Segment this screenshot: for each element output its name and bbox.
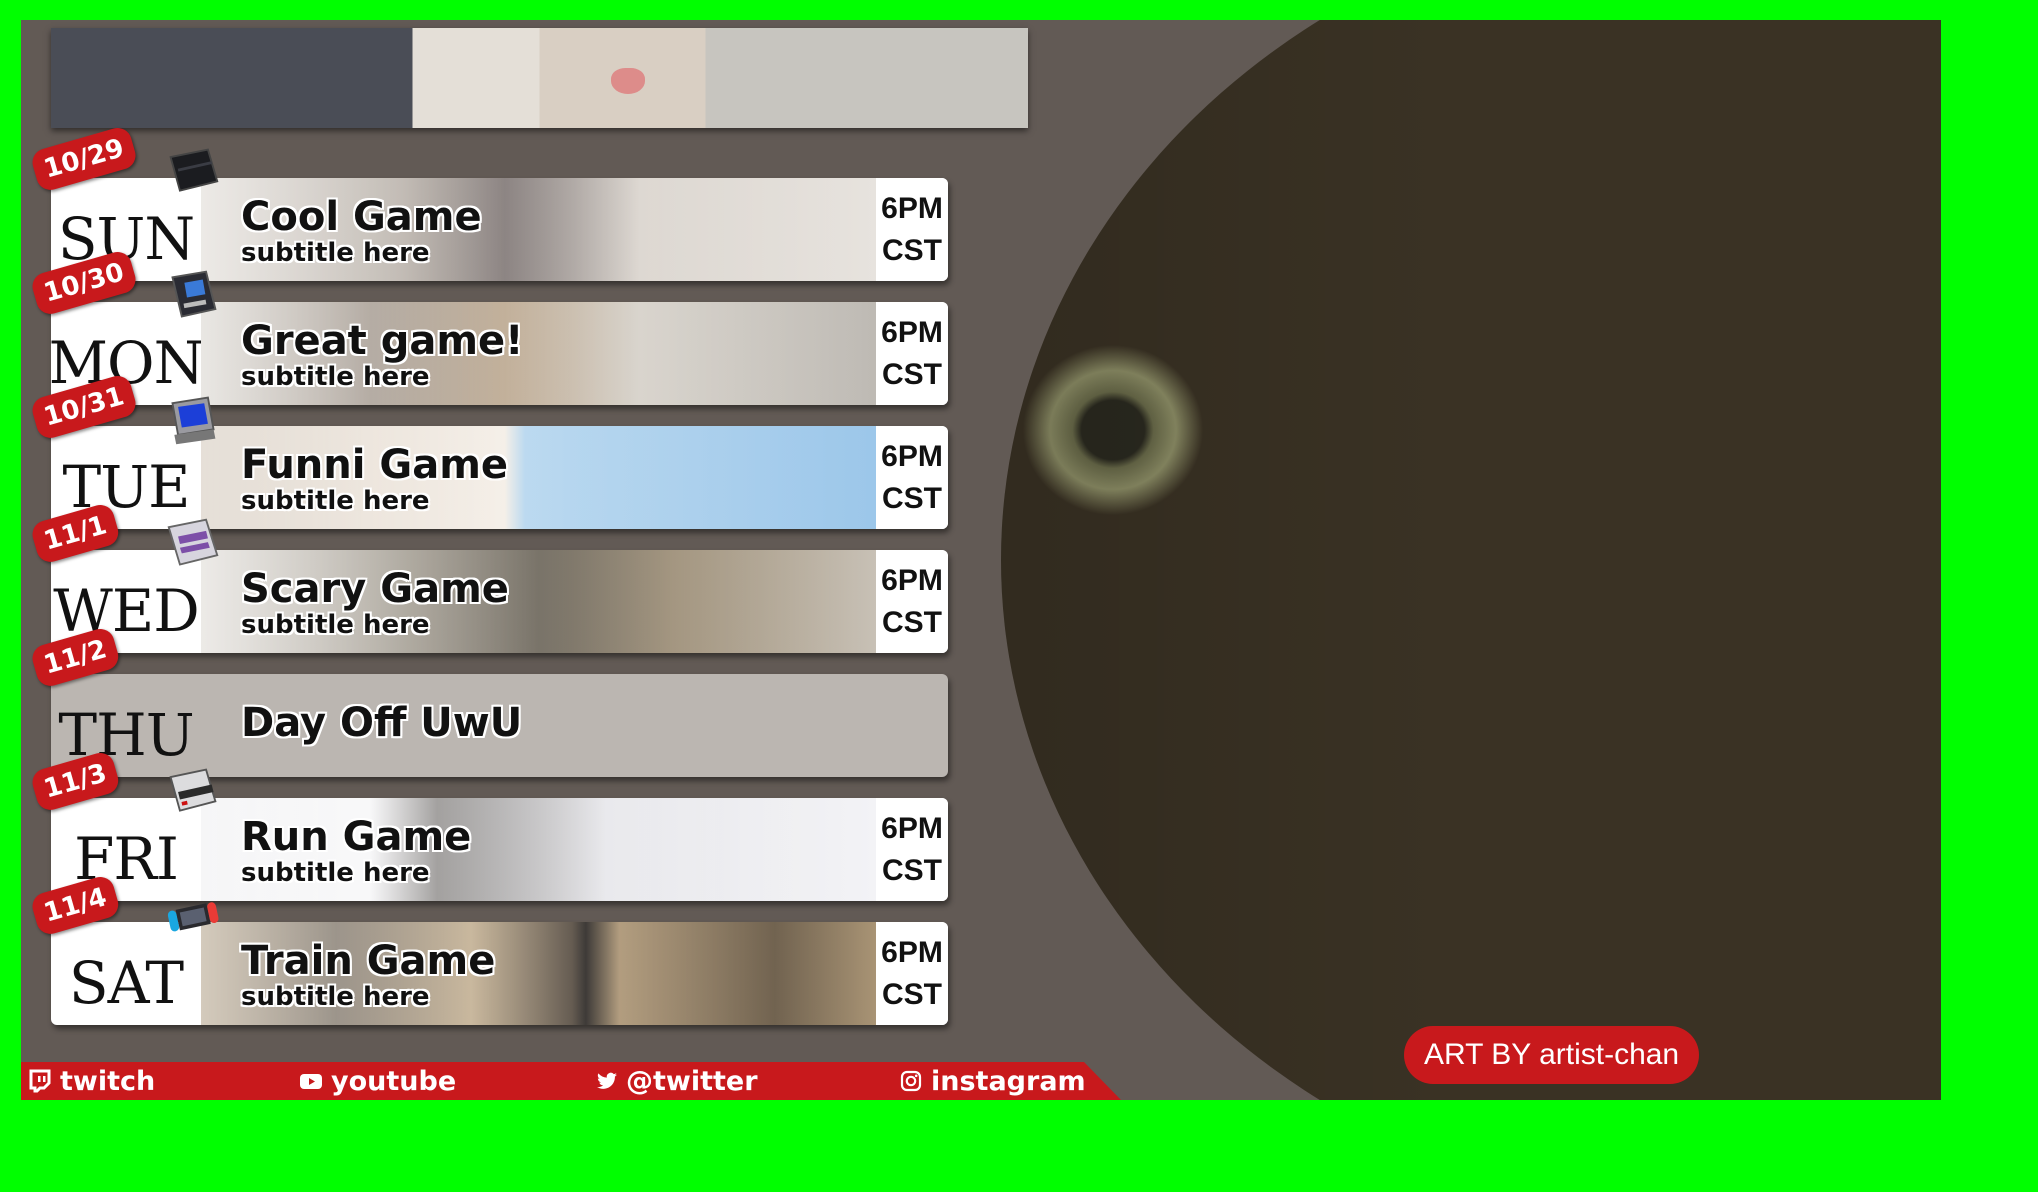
header-banner-image <box>51 28 1028 128</box>
time-hour: 6PM <box>881 439 943 473</box>
time-zone: CST <box>882 853 942 887</box>
stream-time: 6PM CST <box>876 426 948 529</box>
game-subtitle: subtitle here <box>241 858 430 888</box>
twitch-label: twitch <box>60 1065 156 1097</box>
game-subtitle: subtitle here <box>241 238 430 268</box>
art-credit-badge: ART BY artist-chan <box>1404 1026 1700 1084</box>
instagram-link[interactable]: instagram <box>900 1062 1086 1100</box>
youtube-link[interactable]: youtube <box>300 1062 456 1100</box>
twitch-link[interactable]: twitch <box>29 1062 155 1100</box>
day-off-title: Day Off UwU <box>241 700 523 746</box>
switch-console-icon <box>165 888 221 944</box>
game-subtitle: subtitle here <box>241 362 430 392</box>
game-title: Great game! <box>241 318 524 364</box>
twitter-link[interactable]: @twitter <box>597 1062 758 1100</box>
instagram-label: instagram <box>931 1065 1086 1097</box>
schedule-canvas: SUN Cool Game subtitle here 6PM CST 10/2… <box>21 20 1941 1100</box>
ps2-console-icon <box>165 144 221 200</box>
twitter-label: @twitter <box>626 1065 758 1097</box>
schedule-row-fri: FRI Run Game subtitle here 6PM CST 11/3 <box>29 749 948 901</box>
stream-time: 6PM CST <box>876 178 948 281</box>
game-subtitle: subtitle here <box>241 610 430 640</box>
youtube-icon <box>300 1074 322 1089</box>
time-hour: 6PM <box>881 935 943 969</box>
time-zone: CST <box>882 977 942 1011</box>
game-title: Run Game <box>241 814 472 860</box>
game-subtitle: subtitle here <box>241 486 430 516</box>
youtube-label: youtube <box>331 1065 457 1097</box>
time-zone: CST <box>882 481 942 515</box>
retro-computer-icon <box>165 392 221 448</box>
time-hour: 6PM <box>881 811 943 845</box>
arcade-cabinet-icon <box>165 268 221 324</box>
nes-console-icon <box>165 764 221 820</box>
time-hour: 6PM <box>881 315 943 349</box>
snes-console-icon <box>165 516 221 572</box>
time-zone: CST <box>882 605 942 639</box>
game-title: Funni Game <box>241 442 509 488</box>
game-title: Train Game <box>241 938 496 984</box>
schedule-row-sat: SAT Train Game subtitle here 6PM CST 11/… <box>29 873 948 1025</box>
time-hour: 6PM <box>881 563 943 597</box>
stream-time: 6PM CST <box>876 798 948 901</box>
schedule-row-wed: WED Scary Game subtitle here 6PM CST 11/… <box>29 501 948 653</box>
time-hour: 6PM <box>881 191 943 225</box>
twitch-icon <box>29 1069 51 1093</box>
stream-time: 6PM CST <box>876 922 948 1025</box>
game-title: Scary Game <box>241 566 509 612</box>
twitter-icon <box>597 1072 617 1089</box>
time-zone: CST <box>882 357 942 391</box>
hero-cat-photo <box>1001 20 1941 1100</box>
game-title: Cool Game <box>241 194 482 240</box>
stream-time: 6PM CST <box>876 302 948 405</box>
social-links-bar: twitch youtube @twitter instagram <box>21 1062 1121 1100</box>
instagram-icon <box>900 1070 922 1092</box>
time-zone: CST <box>882 233 942 267</box>
stream-time: 6PM CST <box>876 550 948 653</box>
game-subtitle: subtitle here <box>241 982 430 1012</box>
